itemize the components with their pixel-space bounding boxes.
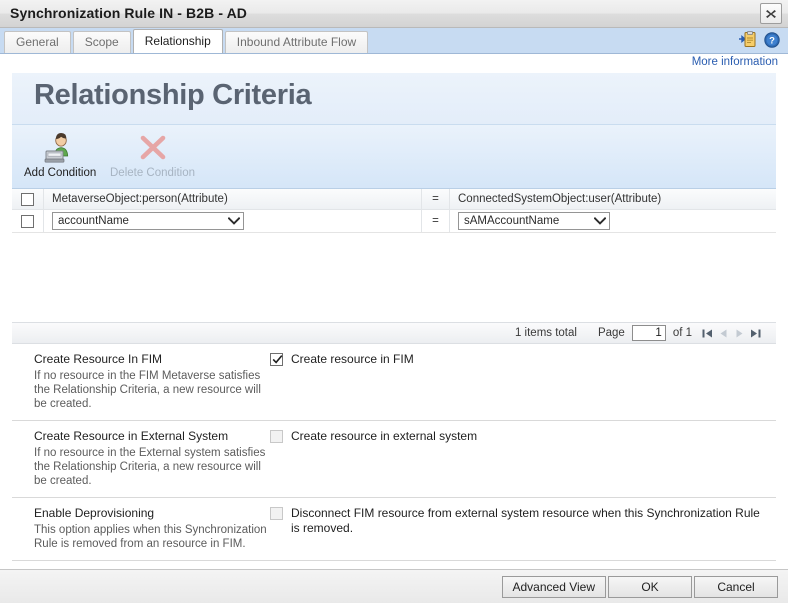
- create-resource-in-fim-info: Create Resource In FIM If no resource in…: [12, 352, 270, 411]
- table-row: accountName = sAMAccountName: [12, 210, 776, 233]
- create-resource-in-fim-title: Create Resource In FIM: [34, 352, 163, 366]
- select-all-checkbox[interactable]: [21, 192, 34, 206]
- create-resource-in-external-system-description: If no resource in the External system sa…: [34, 447, 266, 487]
- tab-strip-actions: ?: [738, 31, 780, 48]
- window-title: Synchronization Rule IN - B2B - AD: [10, 5, 248, 21]
- enable-deprovisioning-control: Disconnect FIM resource from external sy…: [270, 506, 776, 551]
- row-operator: =: [422, 210, 450, 232]
- grid-header-select-cell: [12, 189, 44, 209]
- add-condition-label: Add Condition: [24, 167, 97, 179]
- page-label: Page: [597, 327, 625, 339]
- connected-system-attribute-dropdown[interactable]: sAMAccountName: [458, 212, 610, 230]
- add-condition-button[interactable]: Add Condition: [24, 129, 96, 179]
- panel-header: Relationship Criteria: [12, 73, 776, 125]
- ok-button[interactable]: OK: [608, 575, 692, 598]
- criteria-toolbar: Add Condition Delete Condition: [12, 125, 776, 189]
- more-information-bar: More information: [0, 54, 788, 72]
- enable-deprovisioning-checkbox[interactable]: [270, 507, 283, 520]
- close-icon: [766, 10, 776, 18]
- enable-deprovisioning-checkbox-label: Disconnect FIM resource from external sy…: [291, 506, 760, 535]
- create-resource-in-fim-checkbox-row[interactable]: Create resource in FIM: [270, 352, 762, 367]
- delete-condition-glyph: [110, 129, 195, 167]
- tab-strip: General Scope Relationship Inbound Attri…: [0, 28, 788, 54]
- row-left-cell: accountName: [44, 210, 422, 232]
- enable-deprovisioning-info: Enable Deprovisioning This option applie…: [12, 506, 270, 551]
- create-resource-in-fim-section: Create Resource In FIM If no resource in…: [12, 344, 776, 421]
- tab-general-label: General: [16, 35, 59, 49]
- svg-text:?: ?: [769, 35, 775, 46]
- page-of-label: of 1: [672, 327, 692, 339]
- tab-scope-label: Scope: [84, 35, 119, 49]
- grid-header-row: MetaverseObject:person(Attribute) = Conn…: [12, 189, 776, 210]
- tab-general[interactable]: General: [4, 31, 71, 53]
- create-resource-in-external-system-checkbox-label: Create resource in external system: [291, 429, 478, 443]
- create-resource-in-external-system-info: Create Resource in External System If no…: [12, 429, 270, 488]
- advanced-view-button[interactable]: Advanced View: [501, 575, 606, 598]
- grid-header-operator: =: [422, 189, 450, 209]
- enable-deprovisioning-description: This option applies when this Synchroniz…: [34, 524, 267, 550]
- delete-condition-label: Delete Condition: [110, 167, 196, 179]
- chevron-down-icon: [228, 217, 240, 225]
- tab-inbound-attribute-flow[interactable]: Inbound Attribute Flow: [224, 31, 369, 53]
- enable-deprovisioning-title: Enable Deprovisioning: [34, 506, 155, 520]
- add-user-icon: [44, 133, 69, 163]
- page-title: Relationship Criteria: [34, 79, 312, 111]
- more-information-link[interactable]: More information: [692, 56, 778, 68]
- tab-scope[interactable]: Scope: [72, 31, 131, 53]
- metaverse-attribute-dropdown[interactable]: accountName: [52, 212, 244, 230]
- create-resource-in-external-system-section: Create Resource in External System If no…: [12, 421, 776, 498]
- grid-header-left: MetaverseObject:person(Attribute): [44, 189, 422, 209]
- relationship-criteria-panel: Relationship Criteria Add Condition Dele…: [12, 73, 776, 561]
- next-page-icon[interactable]: [733, 327, 746, 340]
- create-resource-in-fim-control: Create resource in FIM: [270, 352, 776, 411]
- criteria-grid: MetaverseObject:person(Attribute) = Conn…: [12, 189, 776, 322]
- grid-pager: 1 items total Page of 1: [12, 322, 776, 344]
- previous-page-icon[interactable]: [717, 327, 730, 340]
- create-resource-in-fim-checkbox[interactable]: [270, 353, 283, 366]
- grid-header-right: ConnectedSystemObject:user(Attribute): [458, 193, 662, 205]
- grid-empty-space: [12, 233, 776, 322]
- help-icon[interactable]: ?: [764, 31, 780, 48]
- cancel-button[interactable]: Cancel: [694, 575, 778, 598]
- clipboard-icon[interactable]: [738, 31, 756, 48]
- connected-system-attribute-value: sAMAccountName: [464, 215, 560, 227]
- create-resource-in-external-system-checkbox[interactable]: [270, 430, 283, 443]
- row-checkbox[interactable]: [21, 214, 34, 228]
- items-total-label: 1 items total: [514, 327, 577, 339]
- create-resource-in-fim-checkbox-label: Create resource in FIM: [291, 352, 414, 366]
- window-title-bar: Synchronization Rule IN - B2B - AD: [0, 0, 788, 28]
- chevron-down-icon: [594, 217, 606, 225]
- close-button[interactable]: [760, 3, 782, 24]
- dialog-footer: Advanced View OK Cancel: [0, 569, 788, 603]
- create-resource-in-external-system-title: Create Resource in External System: [34, 429, 229, 443]
- first-page-icon[interactable]: [701, 327, 714, 340]
- tab-inbound-attribute-flow-label: Inbound Attribute Flow: [236, 35, 357, 49]
- delete-condition-button[interactable]: Delete Condition: [110, 129, 195, 179]
- enable-deprovisioning-checkbox-row[interactable]: Disconnect FIM resource from external sy…: [270, 506, 762, 536]
- add-condition-glyph: [24, 129, 96, 167]
- create-resource-in-fim-description: If no resource in the FIM Metaverse sati…: [34, 370, 261, 410]
- create-resource-in-external-system-checkbox-row[interactable]: Create resource in external system: [270, 429, 762, 444]
- row-right-cell: sAMAccountName: [450, 210, 776, 232]
- tab-relationship-label: Relationship: [144, 34, 211, 48]
- delete-x-icon: [140, 135, 165, 160]
- enable-deprovisioning-section: Enable Deprovisioning This option applie…: [12, 498, 776, 561]
- row-select-cell: [12, 210, 44, 232]
- checkmark-icon: [272, 355, 283, 364]
- pager-navigation: [701, 327, 762, 340]
- tab-relationship[interactable]: Relationship: [132, 29, 223, 53]
- metaverse-attribute-value: accountName: [58, 215, 129, 227]
- page-number-input[interactable]: [631, 325, 666, 341]
- create-resource-in-external-system-control: Create resource in external system: [270, 429, 776, 488]
- last-page-icon[interactable]: [749, 327, 762, 340]
